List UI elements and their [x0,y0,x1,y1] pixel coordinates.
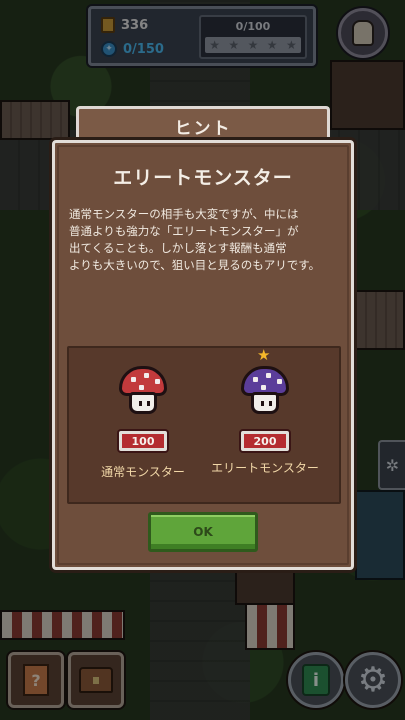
cap-spot [144,373,149,378]
monster-eye [269,401,272,406]
cap-spot [277,379,282,384]
dialog-title-tab: ヒント [76,106,330,144]
elite-monster-label: エリートモンスター [211,461,319,475]
cap-spot [266,373,271,378]
cap-spot [139,385,144,390]
dialog-tab-title: ヒント [174,119,232,139]
normal-monster-value-badge: 100 [119,431,167,451]
mushroom-stem [129,392,157,414]
monster-eye [147,401,150,406]
cap-spot [131,377,136,382]
mushroom-stem [251,392,279,414]
elite-mushroom-monster-icon [241,366,289,418]
normal-mushroom-monster-icon [119,366,167,418]
monster-eye [139,401,142,406]
monster-eye [261,401,264,406]
elite-star-icon: ★ [257,346,271,364]
monster-comparison: 100 通常モンスター ★ 200 エリートモンスター [67,346,341,504]
cap-spot [253,377,258,382]
normal-monster-label: 通常モンスター [101,465,185,479]
cap-spot [155,379,160,384]
hint-dialog: エリートモンスター 通常モンスターの相手も大変ですが、中には 普通よりも強力な「… [52,140,354,570]
cap-spot [261,385,266,390]
ok-button[interactable]: OK [148,512,258,552]
dialog-heading: エリートモンスター [113,167,293,189]
elite-monster-value-badge: 200 [241,431,289,451]
dialog-body-text: 通常モンスターの相手も大変ですが、中には 普通よりも強力な「エリートモンスター」… [69,207,321,272]
